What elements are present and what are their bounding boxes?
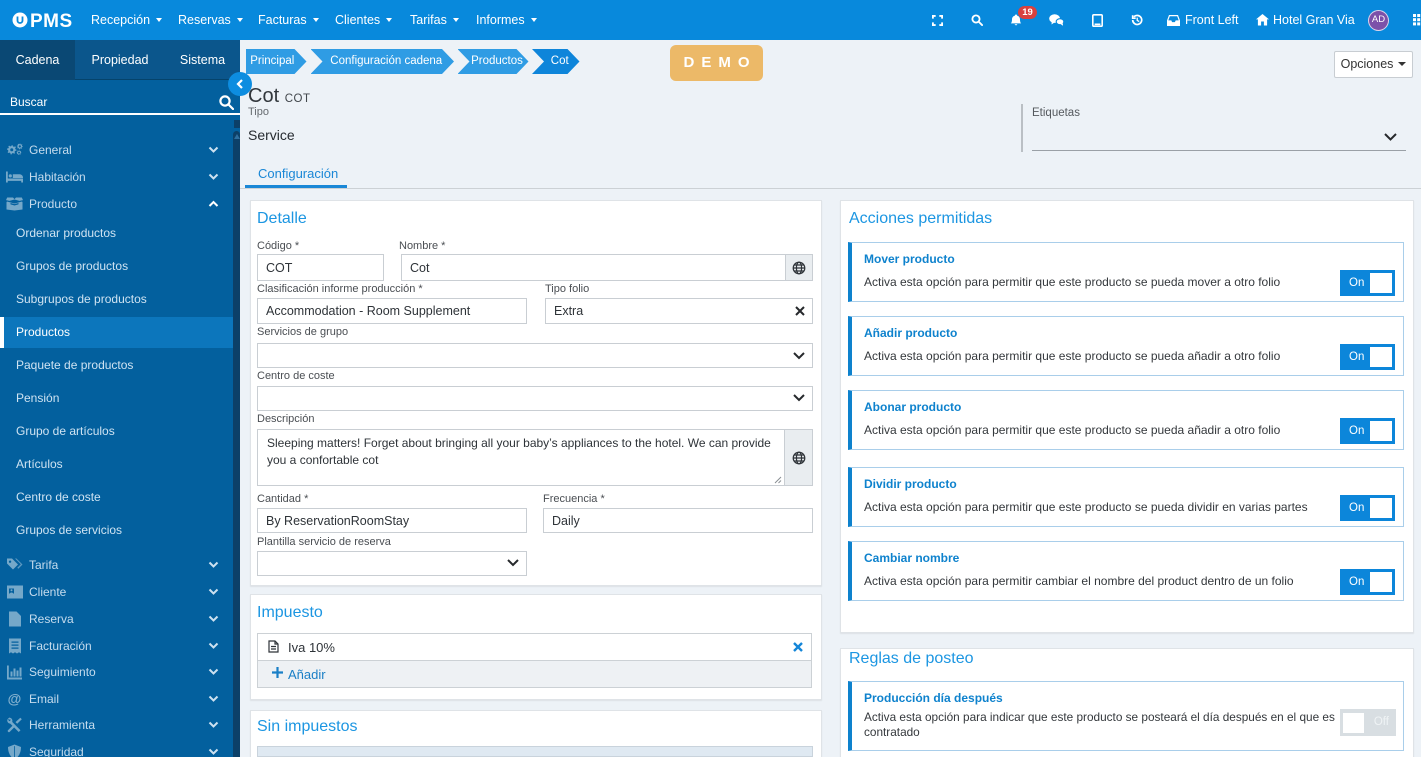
svg-text:PMS: PMS <box>30 11 73 32</box>
